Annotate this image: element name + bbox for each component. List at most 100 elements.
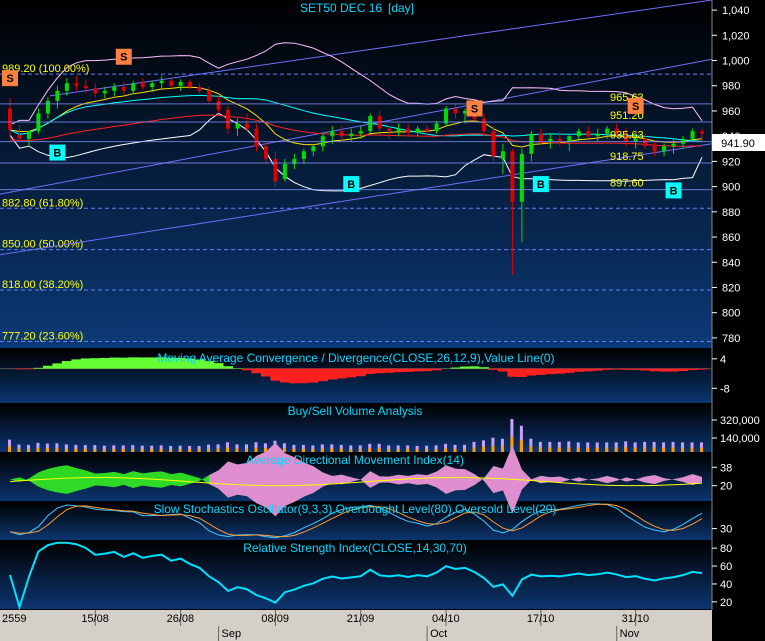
volume-buy-bar bbox=[444, 448, 448, 452]
volume-buy-bar bbox=[491, 445, 495, 452]
fib-level-label: 777.20 (23.60%) bbox=[2, 330, 83, 342]
candle-body bbox=[140, 83, 145, 87]
price-tick-label: 880 bbox=[722, 207, 740, 219]
volume-buy-bar bbox=[169, 449, 173, 452]
volume-buy-bar bbox=[112, 449, 116, 452]
volume-buy-bar bbox=[671, 447, 675, 452]
candle-body bbox=[652, 146, 657, 152]
chart-title: SET50 DEC 16 bbox=[300, 1, 382, 15]
volume-buy-bar bbox=[150, 449, 154, 452]
fib-level-label: 818.00 (38.20%) bbox=[2, 279, 83, 291]
volume-buy-bar bbox=[17, 448, 21, 452]
volume-buy-bar bbox=[453, 448, 457, 452]
volume-buy-bar bbox=[700, 447, 703, 452]
candle-body bbox=[244, 123, 249, 129]
stoch-title: Slow Stochastics Oscillator(9,3,3),Overb… bbox=[154, 502, 557, 516]
volume-buy-bar bbox=[624, 447, 628, 452]
candle-body bbox=[500, 151, 505, 159]
candle-body bbox=[8, 108, 12, 130]
price-tick-label: 1,000 bbox=[722, 56, 750, 68]
candle-body bbox=[169, 80, 174, 86]
candle-body bbox=[55, 90, 60, 101]
rsi-title: Relative Strength Index(CLOSE,14,30,70) bbox=[243, 541, 466, 555]
candle-body bbox=[557, 138, 562, 142]
candle-body bbox=[358, 131, 363, 134]
candle-body bbox=[444, 108, 449, 124]
candle-body bbox=[254, 128, 259, 147]
volume-buy-bar bbox=[652, 447, 656, 452]
candle-body bbox=[121, 87, 126, 91]
volume-buy-bar bbox=[548, 447, 552, 452]
price-tick-label: 920 bbox=[722, 156, 740, 168]
signal-label: S bbox=[471, 103, 478, 115]
month-tick-label: Sep bbox=[222, 628, 242, 640]
price-tick-label: 960 bbox=[722, 106, 740, 118]
candle-body bbox=[671, 143, 676, 147]
candle-body bbox=[387, 128, 392, 132]
volume-buy-bar bbox=[74, 448, 78, 452]
candle-body bbox=[595, 133, 600, 137]
volume-buy-bar bbox=[472, 447, 476, 452]
candle-body bbox=[301, 151, 306, 159]
volume-buy-bar bbox=[8, 446, 11, 452]
indicator-tick-label: -8 bbox=[720, 383, 730, 395]
candle-body bbox=[263, 146, 268, 159]
volume-buy-bar bbox=[93, 448, 97, 452]
volume-buy-bar bbox=[226, 447, 230, 452]
candle-body bbox=[576, 131, 581, 137]
candle-body bbox=[188, 81, 193, 87]
volume-buy-bar bbox=[216, 448, 220, 452]
volume-buy-bar bbox=[681, 447, 685, 452]
volume-buy-bar bbox=[633, 447, 637, 452]
candle-body bbox=[406, 128, 411, 133]
candle-body bbox=[178, 81, 183, 86]
signal-label: B bbox=[537, 179, 545, 191]
candle-body bbox=[586, 131, 591, 137]
candle-body bbox=[216, 100, 221, 110]
volume-buy-bar bbox=[481, 446, 485, 452]
volume-buy-bar bbox=[643, 447, 647, 452]
volume-buy-bar bbox=[244, 448, 248, 452]
volume-buy-bar bbox=[538, 447, 542, 452]
price-tick-label: 860 bbox=[722, 232, 740, 244]
candle-body bbox=[415, 128, 420, 133]
macd-title: Moving Average Convergence / Divergence(… bbox=[157, 351, 554, 365]
candle-body bbox=[690, 131, 695, 139]
date-tick-label: 15/08 bbox=[81, 613, 109, 625]
candle-body bbox=[235, 123, 240, 129]
indicator-tick-label: 320,000 bbox=[720, 415, 760, 427]
volume-buy-bar bbox=[463, 448, 467, 452]
volume-buy-bar bbox=[396, 449, 400, 452]
candle-body bbox=[131, 83, 136, 91]
volume-buy-bar bbox=[519, 440, 523, 452]
volume-buy-bar bbox=[45, 448, 49, 452]
price-tick-label: 820 bbox=[722, 282, 740, 294]
date-tick-label: 26/08 bbox=[167, 613, 195, 625]
candle-body bbox=[83, 85, 88, 89]
volume-buy-bar bbox=[349, 449, 353, 452]
price-tick-label: 980 bbox=[722, 81, 740, 93]
volume-buy-bar bbox=[140, 449, 144, 452]
date-tick-label: 04/10 bbox=[432, 613, 460, 625]
volume-buy-bar bbox=[406, 449, 410, 452]
volume-buy-bar bbox=[368, 448, 372, 452]
volume-buy-bar bbox=[377, 448, 381, 452]
volume-buy-bar bbox=[83, 448, 87, 452]
volume-buy-bar bbox=[55, 448, 59, 452]
volume-buy-bar bbox=[605, 447, 609, 452]
price-tick-label: 1,020 bbox=[722, 30, 750, 42]
volume-buy-bar bbox=[36, 447, 40, 452]
volume-title: Buy/Sell Volume Analysis bbox=[288, 404, 423, 418]
candle-body bbox=[349, 133, 354, 137]
candle-body bbox=[226, 109, 231, 129]
volume-buy-bar bbox=[311, 449, 315, 452]
candle-body bbox=[273, 158, 278, 182]
date-tick-label: 08/09 bbox=[261, 613, 289, 625]
candle-body bbox=[26, 131, 31, 139]
indicator-tick-label: 4 bbox=[720, 354, 726, 366]
indicator-tick-label: 60 bbox=[720, 561, 732, 573]
volume-buy-bar bbox=[339, 448, 343, 452]
candle-body bbox=[510, 151, 515, 202]
volume-buy-bar bbox=[614, 447, 618, 452]
price-tick-label: 1,040 bbox=[722, 5, 750, 17]
